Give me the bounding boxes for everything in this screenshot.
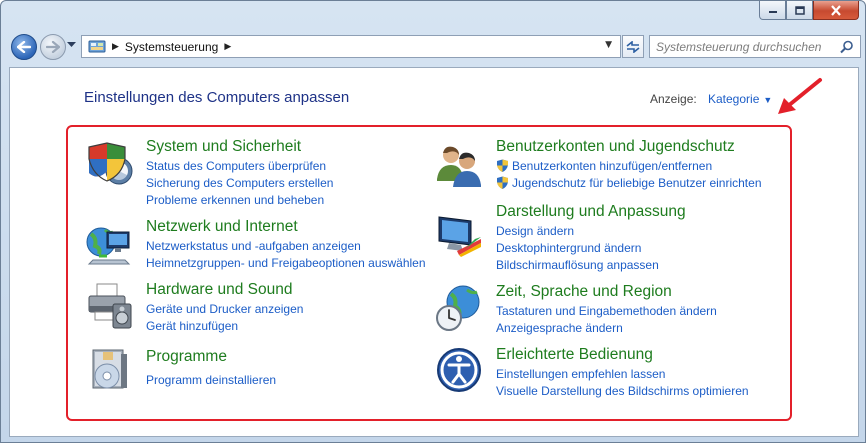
control-panel-window: ▶ Systemsteuerung ▶ ▼ Einstellungen des … bbox=[0, 0, 866, 443]
link-anzeigesprache[interactable]: Anzeigesprache ändern bbox=[496, 321, 623, 335]
category-title-accessibility[interactable]: Erleichterte Bedienung bbox=[496, 346, 653, 364]
link-geraet-hinzufuegen[interactable]: Gerät hinzufügen bbox=[146, 319, 238, 333]
uac-shield-icon bbox=[497, 176, 508, 189]
arrow-right-icon bbox=[46, 41, 60, 53]
search-input[interactable] bbox=[650, 36, 840, 57]
programs-icon bbox=[92, 349, 127, 389]
view-mode-dropdown[interactable]: Kategorie ▼ bbox=[708, 92, 772, 106]
link-visuelle-darstellung[interactable]: Visuelle Darstellung des Bildschirms opt… bbox=[496, 384, 749, 398]
link-sicherung-erstellen[interactable]: Sicherung des Computers erstellen bbox=[146, 176, 333, 190]
system-security-icon bbox=[88, 142, 133, 185]
link-benutzerkonten[interactable]: Benutzerkonten hinzufügen/entfernen bbox=[512, 159, 712, 173]
history-dropdown-icon[interactable] bbox=[67, 42, 76, 48]
category-title-time-language[interactable]: Zeit, Sprache und Region bbox=[496, 283, 672, 301]
chevron-down-icon: ▼ bbox=[763, 95, 773, 105]
link-bildschirmaufloesung[interactable]: Bildschirmauflösung anpassen bbox=[496, 258, 659, 272]
link-netzwerkstatus[interactable]: Netzwerkstatus und -aufgaben anzeigen bbox=[146, 239, 361, 253]
link-jugendschutz[interactable]: Jugendschutz für beliebige Benutzer einr… bbox=[512, 176, 762, 190]
category-title-user-accounts[interactable]: Benutzerkonten und Jugendschutz bbox=[496, 138, 735, 156]
link-heimnetzgruppen[interactable]: Heimnetzgruppen- und Freigabeoptionen au… bbox=[146, 256, 426, 270]
link-geraete-drucker[interactable]: Geräte und Drucker anzeigen bbox=[146, 302, 303, 316]
address-dropdown-icon[interactable]: ▼ bbox=[605, 40, 612, 50]
refresh-button[interactable] bbox=[622, 35, 644, 58]
link-einstellungen-empfehlen[interactable]: Einstellungen empfehlen lassen bbox=[496, 367, 665, 381]
accessibility-icon bbox=[437, 348, 481, 392]
close-icon bbox=[831, 4, 841, 16]
breadcrumb-separator-icon[interactable]: ▶ bbox=[112, 42, 119, 52]
users-icon bbox=[437, 146, 481, 187]
category-title-programs[interactable]: Programme bbox=[146, 348, 227, 366]
link-programm-deinstallieren[interactable]: Programm deinstallieren bbox=[146, 373, 276, 387]
search-icon[interactable] bbox=[840, 40, 854, 54]
category-title-appearance[interactable]: Darstellung und Anpassung bbox=[496, 203, 686, 221]
window-controls bbox=[759, 1, 859, 21]
clock-globe-icon bbox=[436, 285, 480, 331]
maximize-button[interactable] bbox=[786, 1, 813, 20]
link-desktophintergrund[interactable]: Desktophintergrund ändern bbox=[496, 241, 641, 255]
uac-shield-icon bbox=[497, 159, 508, 172]
address-bar[interactable]: ▶ Systemsteuerung ▶ ▼ bbox=[81, 35, 621, 58]
link-probleme-beheben[interactable]: Probleme erkennen und beheben bbox=[146, 193, 324, 207]
control-panel-icon bbox=[88, 40, 106, 52]
annotation-arrow-icon bbox=[778, 78, 822, 114]
link-tastaturen[interactable]: Tastaturen und Eingabemethoden ändern bbox=[496, 304, 717, 318]
category-title-network[interactable]: Netzwerk und Internet bbox=[146, 218, 298, 236]
network-icon bbox=[86, 227, 131, 265]
view-mode-value: Kategorie bbox=[708, 92, 760, 106]
content-pane: Einstellungen des Computers anpassen Anz… bbox=[9, 67, 859, 437]
view-label: Anzeige: bbox=[650, 92, 697, 106]
display-icon bbox=[438, 216, 481, 257]
forward-button[interactable] bbox=[40, 34, 66, 60]
search-box[interactable] bbox=[649, 35, 861, 58]
minimize-icon bbox=[768, 11, 777, 13]
page-title: Einstellungen des Computers anpassen bbox=[84, 89, 350, 106]
breadcrumb-systemsteuerung[interactable]: Systemsteuerung bbox=[125, 40, 218, 54]
breadcrumb-separator-icon[interactable]: ▶ bbox=[224, 42, 231, 52]
close-button[interactable] bbox=[813, 1, 859, 20]
link-design-aendern[interactable]: Design ändern bbox=[496, 224, 574, 238]
refresh-icon bbox=[626, 40, 640, 53]
back-button[interactable] bbox=[11, 34, 37, 60]
printer-icon bbox=[88, 283, 132, 329]
minimize-button[interactable] bbox=[759, 1, 786, 20]
category-title-system-security[interactable]: System und Sicherheit bbox=[146, 138, 301, 156]
link-status-pruefen[interactable]: Status des Computers überprüfen bbox=[146, 159, 326, 173]
maximize-icon bbox=[794, 5, 805, 15]
arrow-left-icon bbox=[17, 41, 31, 53]
navigation-bar: ▶ Systemsteuerung ▶ ▼ bbox=[9, 31, 861, 63]
category-title-hardware-sound[interactable]: Hardware und Sound bbox=[146, 281, 293, 299]
